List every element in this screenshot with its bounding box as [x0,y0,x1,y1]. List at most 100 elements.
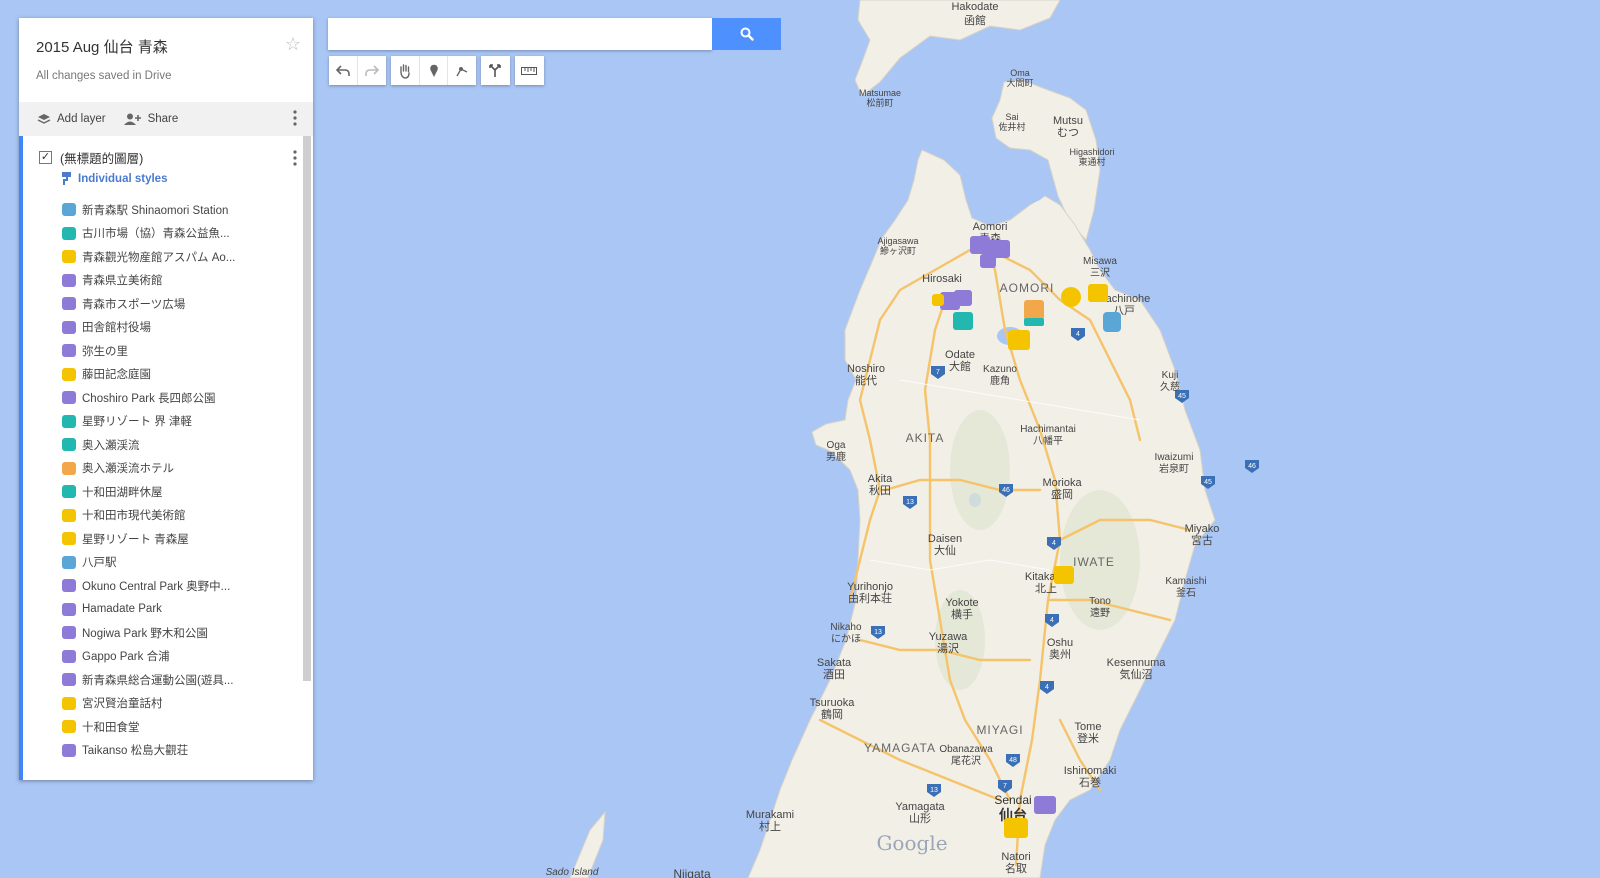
list-item[interactable]: 奥入瀬渓流 [62,433,294,457]
marker-fujita-garden[interactable] [932,294,944,306]
add-layer-button[interactable]: Add layer [37,113,106,125]
svg-text:13: 13 [906,499,914,506]
label-yamagata-pref: YAMAGATA [864,741,936,755]
label-oma: Oma [1010,68,1030,78]
list-item[interactable]: 田舎館村役場 [62,316,294,340]
list-item[interactable]: 星野リゾート 青森屋 [62,527,294,551]
place-icon [62,391,76,405]
list-item[interactable]: 新青森駅 Shinaomori Station [62,198,294,222]
marker-aomori-station[interactable] [980,254,996,268]
add-marker-tool[interactable] [418,56,448,85]
place-label: 星野リゾート 青森屋 [82,533,189,546]
label-morioka-jp: 盛岡 [1051,487,1073,501]
label-yurihonjo-jp: 由利本荘 [848,591,892,605]
label-kazuno: Kazuno [983,364,1017,375]
redo-button[interactable] [357,56,386,85]
svg-text:46: 46 [1248,463,1256,470]
label-murakami: Murakami [746,809,794,821]
list-item[interactable]: Taikanso 松島大觀荘 [62,739,294,763]
search-button[interactable] [712,18,781,50]
place-icon [62,461,76,475]
place-icon [62,485,76,499]
list-item[interactable]: Gappo Park 合浦 [62,645,294,669]
label-yurihonjo: Yurihonjo [847,581,893,593]
place-icon [62,555,76,569]
list-item[interactable]: 古川市場（協）青森公益魚... [62,222,294,246]
list-item[interactable]: 青森觀光物産館アスパム Ao... [62,245,294,269]
share-button[interactable]: Share [123,113,178,125]
layer-more-icon[interactable] [293,150,297,171]
map-title[interactable]: 2015 Aug 仙台 青森 [36,36,168,57]
list-item[interactable]: 奥入瀬渓流ホテル [62,457,294,481]
list-item[interactable]: 八戸駅 [62,551,294,575]
marker-hachinohe-station[interactable] [1103,312,1121,332]
place-icon [62,367,76,381]
draw-line-tool[interactable] [447,56,476,85]
list-item[interactable]: 十和田市現代美術館 [62,504,294,528]
layer-visibility-checkbox[interactable]: ✓ [39,151,52,164]
undo-button[interactable] [329,56,357,85]
scrollbar[interactable] [303,136,311,681]
panel-more-icon[interactable] [293,110,297,129]
marker-miyazawa-village[interactable] [1054,566,1074,584]
marker-aomori-museum[interactable] [970,236,990,254]
place-label: 十和田市現代美術館 [82,510,186,523]
styles-label: Individual styles [78,173,168,185]
list-item[interactable]: Nogiwa Park 野木和公園 [62,621,294,645]
marker-kai-tsugaru[interactable] [953,312,973,330]
marker-oirase-hotel[interactable] [1024,300,1044,320]
individual-styles-link[interactable]: Individual styles [62,172,167,186]
label-odate-jp: 大館 [949,359,971,373]
label-sakata: Sakata [817,657,852,669]
list-item[interactable]: 十和田食堂 [62,715,294,739]
list-item[interactable]: 青森市スポーツ広場 [62,292,294,316]
paint-roller-icon [62,172,71,185]
label-miyagi-pref: MIYAGI [976,723,1023,737]
svg-text:4: 4 [1045,684,1049,691]
marker-taikanso[interactable] [1034,796,1056,814]
label-hakodate: Hakodate [951,1,998,13]
label-mutsu: Mutsu [1053,115,1083,127]
label-miyako: Miyako [1185,523,1220,535]
place-label: 奥入瀬渓流 [82,439,140,452]
list-item[interactable]: 新青森県総合運動公園(遊具... [62,668,294,692]
ruler-tool[interactable] [515,56,543,85]
svg-text:45: 45 [1204,479,1212,486]
directions-tool[interactable] [481,56,509,85]
place-label: 青森觀光物産館アスパム Ao... [82,251,236,264]
marker-towada-art-museum[interactable] [1061,287,1081,307]
layers-icon [37,114,51,124]
list-item[interactable]: 弥生の里 [62,339,294,363]
list-item[interactable]: 星野リゾート 界 津軽 [62,410,294,434]
place-list: 新青森駅 Shinaomori Station 古川市場（協）青森公益魚... 青森… [62,198,294,762]
list-item[interactable]: 宮沢賢治童話村 [62,692,294,716]
directions-tools [481,56,510,85]
marker-towada-lake[interactable] [1008,330,1030,350]
list-item[interactable]: Hamadate Park [62,598,294,622]
search-input[interactable] [328,18,712,50]
label-sai: Sai [1005,112,1018,122]
place-icon [62,508,76,522]
list-item[interactable]: 十和田湖畔休屋 [62,480,294,504]
star-icon[interactable]: ☆ [285,34,301,55]
place-icon [62,273,76,287]
label-akita-jp: 秋田 [869,483,891,497]
list-item[interactable]: 青森県立美術館 [62,269,294,293]
svg-text:4: 4 [1052,540,1056,547]
marker-aomoriya[interactable] [1088,284,1108,302]
marker-sendai[interactable] [1004,818,1028,838]
list-item[interactable]: Okuno Central Park 奥野中... [62,574,294,598]
layer-name[interactable]: (無標題的圖層) [60,148,143,167]
undo-icon [336,64,350,76]
list-item[interactable]: Choshiro Park 長四郎公園 [62,386,294,410]
label-oma-jp: 大間町 [1006,77,1033,88]
hand-tool[interactable] [391,56,419,85]
marker-oirase-stream[interactable] [1024,318,1044,326]
marker-hirosaki-village[interactable] [954,290,972,306]
label-yokote: Yokote [945,597,978,609]
label-odate: Odate [945,349,975,361]
place-icon [62,649,76,663]
list-item[interactable]: 藤田記念庭園 [62,363,294,387]
save-status: All changes saved in Drive [36,70,172,82]
label-misawa-jp: 三沢 [1090,266,1110,279]
